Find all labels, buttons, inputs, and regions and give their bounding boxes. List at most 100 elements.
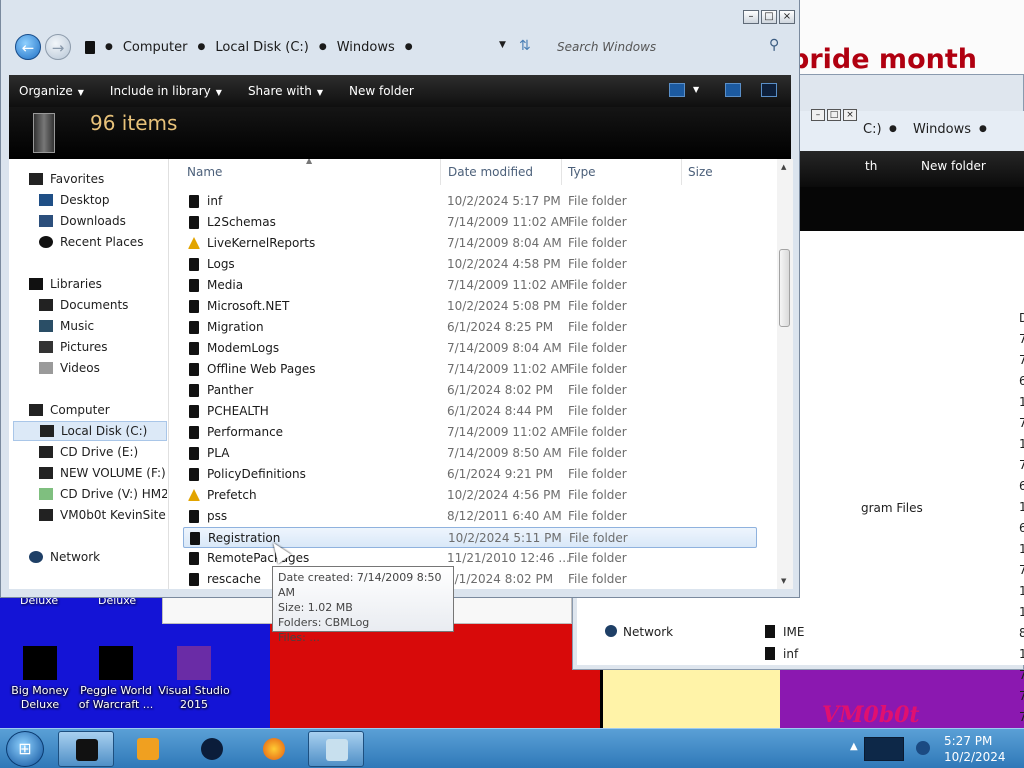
bg-date-cell: 6: [1019, 374, 1024, 388]
nav-libraries[interactable]: Libraries: [29, 274, 102, 294]
address-bar[interactable]: ● Computer ● Local Disk (C:) ● Windows ●: [85, 35, 543, 59]
file-name: pss: [207, 509, 228, 523]
column-header-size[interactable]: Size: [682, 159, 762, 185]
nav-vm0b0t-kevinsite[interactable]: VM0b0t KevinSite: [39, 505, 166, 525]
table-row[interactable]: Prefetch 10/2/2024 4:56 PM File folder: [183, 485, 757, 506]
view-options-icon[interactable]: [669, 83, 685, 97]
file-type: File folder: [568, 278, 627, 292]
taskbar-window-button[interactable]: [308, 731, 364, 767]
volume-tray-icon[interactable]: [916, 741, 930, 755]
recent-places-icon: [39, 236, 53, 248]
bg-date-cell: D: [1019, 311, 1024, 325]
nav-new-volume-f[interactable]: NEW VOLUME (F:): [39, 463, 166, 483]
explorer-window[interactable]: – □ × ← → ● Computer ● Local Disk (C:) ●…: [0, 0, 800, 598]
folder-icon: [189, 300, 199, 313]
maximize-icon[interactable]: □: [761, 10, 777, 24]
column-header-date[interactable]: Date modified: [442, 159, 562, 185]
crumb-local-disk[interactable]: Local Disk (C:): [215, 40, 308, 55]
table-row[interactable]: rescache 6/1/2024 8:02 PM File folder: [183, 569, 757, 589]
scroll-up-icon[interactable]: ▲: [781, 163, 786, 171]
table-row[interactable]: LiveKernelReports 7/14/2009 8:04 AM File f…: [183, 233, 757, 254]
file-name: RemotePackages: [207, 551, 310, 565]
table-row[interactable]: Offline Web Pages 7/14/2009 11:02 AM File …: [183, 359, 757, 380]
file-name: Prefetch: [207, 488, 257, 502]
nav-desktop[interactable]: Desktop: [39, 190, 110, 210]
bg-maximize-icon[interactable]: □: [827, 109, 841, 121]
view-dropdown-icon[interactable]: ▼: [693, 85, 699, 94]
bg-file-partial[interactable]: gram Files: [861, 501, 923, 515]
table-row[interactable]: Logs 10/2/2024 4:58 PM File folder: [183, 254, 757, 275]
help-icon[interactable]: [761, 83, 777, 97]
network-tray-icon[interactable]: [864, 737, 904, 761]
taskbar-firefox-button[interactable]: [246, 731, 302, 767]
vertical-scrollbar[interactable]: ▲ ▼: [777, 159, 793, 589]
clock-time[interactable]: 5:27 PM: [944, 734, 992, 748]
organize-button[interactable]: Organize ▼: [19, 84, 84, 98]
search-icon[interactable]: ⚲: [769, 37, 779, 53]
minimize-icon[interactable]: –: [743, 10, 759, 24]
bg-file-ime[interactable]: IME: [783, 625, 804, 639]
scroll-down-icon[interactable]: ▼: [781, 577, 786, 585]
table-row[interactable]: L2Schemas 7/14/2009 11:02 AM File folder: [183, 212, 757, 233]
search-input[interactable]: Search Windows: [553, 35, 789, 59]
bg-close-icon[interactable]: ×: [843, 109, 857, 121]
nav-downloads[interactable]: Downloads: [39, 211, 126, 231]
nav-music[interactable]: Music: [39, 316, 94, 336]
clock-date[interactable]: 10/2/2024: [944, 750, 1006, 764]
column-header-type[interactable]: Type: [562, 159, 682, 185]
desktop-icon-big-money[interactable]: Big Money Deluxe: [0, 646, 80, 712]
start-button[interactable]: ⊞: [6, 731, 44, 767]
desktop-icon-visual-studio[interactable]: Visual Studio 2015: [154, 646, 234, 712]
include-in-library-button[interactable]: Include in library ▼: [110, 84, 222, 98]
scrollbar-thumb[interactable]: [779, 249, 790, 327]
folder-icon: [189, 195, 199, 208]
nav-computer[interactable]: Computer: [29, 400, 110, 420]
share-with-button[interactable]: Share with ▼: [248, 84, 323, 98]
nav-label: VM0b0t KevinSite: [60, 508, 166, 522]
table-row[interactable]: PolicyDefinitions 6/1/2024 9:21 PM File fo…: [183, 464, 757, 485]
close-icon[interactable]: ×: [779, 10, 795, 24]
table-row[interactable]: PCHEALTH 6/1/2024 8:44 PM File folder: [183, 401, 757, 422]
taskbar-explorer-button[interactable]: [58, 731, 114, 767]
nav-cd-drive-e[interactable]: CD Drive (E:): [39, 442, 138, 462]
nav-pictures[interactable]: Pictures: [39, 337, 108, 357]
bg-crumb-windows[interactable]: Windows: [913, 122, 971, 137]
table-row[interactable]: pss 8/12/2011 6:40 AM File folder: [183, 506, 757, 527]
nav-local-disk[interactable]: Local Disk (C:): [13, 421, 167, 441]
table-row[interactable]: PLA 7/14/2009 8:50 AM File folder: [183, 443, 757, 464]
table-row[interactable]: Performance 7/14/2009 11:02 AM File folder: [183, 422, 757, 443]
nav-network[interactable]: Network: [29, 547, 100, 567]
address-dropdown-icon[interactable]: ▼: [499, 40, 506, 50]
bg-network-item[interactable]: Network: [623, 625, 673, 639]
nav-cd-drive-v[interactable]: CD Drive (V:) HM2_C: [39, 484, 167, 504]
bg-network-icon: [605, 625, 617, 637]
back-button[interactable]: ←: [15, 34, 41, 60]
crumb-computer[interactable]: Computer: [123, 40, 188, 55]
taskbar-media-player-button[interactable]: [120, 731, 176, 767]
desktop-icon-peggle[interactable]: Peggle World of Warcraft ...: [76, 646, 156, 712]
videos-icon: [39, 362, 53, 374]
nav-recent-places[interactable]: Recent Places: [39, 232, 143, 252]
preview-pane-icon[interactable]: [725, 83, 741, 97]
crumb-windows[interactable]: Windows: [337, 40, 395, 55]
table-row[interactable]: ModemLogs 7/14/2009 8:04 AM File folder: [183, 338, 757, 359]
forward-button[interactable]: →: [45, 34, 71, 60]
bg-new-folder-button[interactable]: New folder: [921, 159, 986, 173]
bg-minimize-icon[interactable]: –: [811, 109, 825, 121]
details-banner: 96 items: [9, 107, 791, 159]
bg-file-inf[interactable]: inf: [783, 647, 798, 661]
taskbar-app-button[interactable]: [184, 731, 240, 767]
table-row[interactable]: inf 10/2/2024 5:17 PM File folder: [183, 191, 757, 212]
table-row[interactable]: Media 7/14/2009 11:02 AM File folder: [183, 275, 757, 296]
tray-expand-icon[interactable]: ▲: [850, 741, 858, 752]
table-row[interactable]: Panther 6/1/2024 8:02 PM File folder: [183, 380, 757, 401]
nav-documents[interactable]: Documents: [39, 295, 128, 315]
table-row[interactable]: Migration 6/1/2024 8:25 PM File folder: [183, 317, 757, 338]
nav-videos[interactable]: Videos: [39, 358, 100, 378]
bg-toolbar-partial[interactable]: th: [865, 159, 877, 173]
table-row[interactable]: Microsoft.NET 10/2/2024 5:08 PM File folde…: [183, 296, 757, 317]
nav-favorites[interactable]: Favorites: [29, 169, 104, 189]
new-folder-button[interactable]: New folder: [349, 84, 414, 98]
file-name: rescache: [207, 572, 261, 586]
refresh-icon[interactable]: ⇅: [519, 38, 531, 54]
